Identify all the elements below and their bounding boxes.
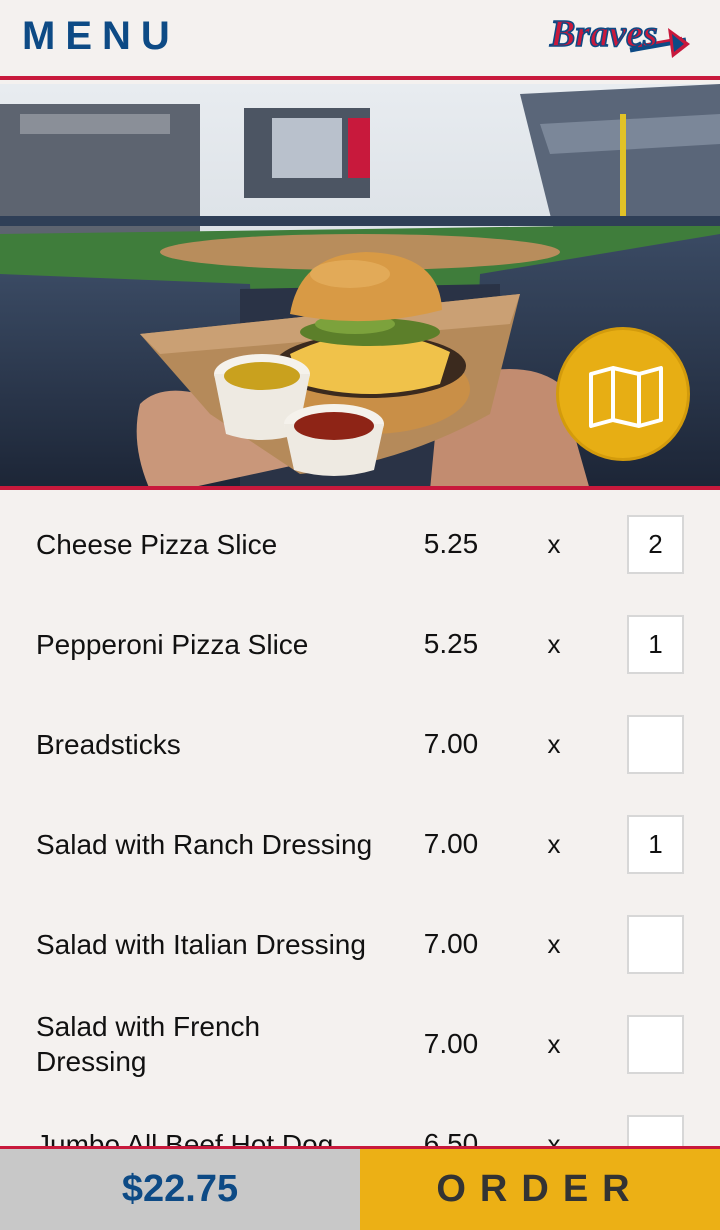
quantity-input[interactable]: [627, 815, 684, 874]
order-button[interactable]: ORDER: [360, 1149, 720, 1230]
item-price: 6.50: [423, 1128, 479, 1146]
quantity-input[interactable]: [627, 915, 684, 974]
order-total: $22.75: [0, 1149, 360, 1230]
menu-item: Salad with Italian Dressing 7.00 x: [0, 894, 720, 994]
quantity-input[interactable]: [627, 715, 684, 774]
item-name: Pepperoni Pizza Slice: [36, 628, 309, 660]
multiply-sign: x: [547, 528, 561, 559]
item-name: Breadsticks: [36, 728, 181, 760]
item-price: 7.00: [423, 828, 479, 859]
quantity-input[interactable]: [627, 1015, 684, 1074]
braves-logo: Braves: [548, 12, 690, 58]
multiply-sign: x: [547, 928, 561, 959]
multiply-sign: x: [547, 1128, 561, 1147]
multiply-sign: x: [547, 1028, 561, 1059]
quantity-input[interactable]: [627, 515, 684, 574]
menu-item: Salad with French Dressing 7.00 x: [0, 994, 720, 1094]
menu-list[interactable]: Cheese Pizza Slice 5.25 x Pepperoni Pizz…: [0, 494, 720, 1146]
menu-item: Pepperoni Pizza Slice 5.25 x: [0, 594, 720, 694]
item-price: 5.25: [423, 528, 479, 559]
item-price: 7.00: [423, 1028, 479, 1059]
item-name: Salad with Ranch Dressing: [36, 828, 373, 860]
menu-item: Jumbo All Beef Hot Dog 6.50 x: [0, 1094, 720, 1146]
item-price: 7.00: [423, 928, 479, 959]
order-footer: $22.75 ORDER: [0, 1146, 720, 1230]
hero-image: [0, 84, 720, 490]
item-price: 5.25: [423, 628, 479, 659]
app-header: MENU Braves: [0, 0, 720, 80]
item-name: Salad with Italian Dressing: [36, 928, 366, 960]
multiply-sign: x: [547, 828, 561, 859]
item-name: Cheese Pizza Slice: [36, 528, 278, 560]
menu-item: Salad with Ranch Dressing 7.00 x: [0, 794, 720, 894]
multiply-sign: x: [547, 728, 561, 759]
page-title: MENU: [22, 14, 180, 58]
menu-item: Breadsticks 7.00 x: [0, 694, 720, 794]
quantity-input[interactable]: [627, 1115, 684, 1146]
multiply-sign: x: [547, 628, 561, 659]
logo-wordmark: Braves: [549, 13, 658, 55]
menu-item: Cheese Pizza Slice 5.25 x: [0, 494, 720, 594]
quantity-input[interactable]: [627, 615, 684, 674]
item-name: Salad with French Dressing: [36, 1011, 261, 1077]
item-name: Jumbo All Beef Hot Dog: [36, 1128, 334, 1147]
map-button[interactable]: [556, 327, 690, 461]
item-price: 7.00: [423, 728, 479, 759]
map-icon: [589, 366, 663, 428]
